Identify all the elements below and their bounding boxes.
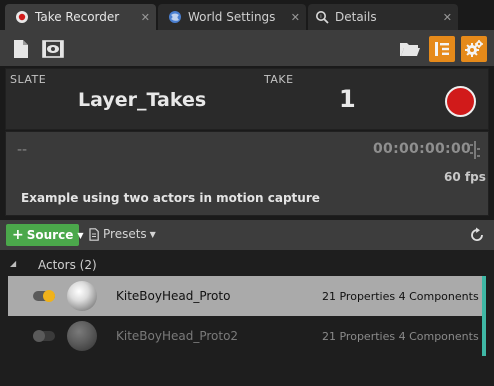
new-document-icon[interactable]: [8, 36, 34, 62]
tab-world-settings[interactable]: World Settings ✕: [158, 4, 306, 30]
actor-thumbnail: [67, 281, 97, 311]
take-number-field[interactable]: 1: [339, 85, 356, 113]
tab-label: World Settings: [188, 10, 276, 24]
close-icon[interactable]: ✕: [291, 11, 300, 24]
source-bar: + Source ▼ Presets ▼: [0, 220, 494, 250]
actor-thumbnail: [67, 321, 97, 351]
tab-label: Take Recorder: [35, 10, 120, 24]
actors-group-header[interactable]: ◢ Actors (2): [0, 256, 494, 276]
sequence-tree-icon[interactable]: [429, 36, 455, 62]
slate-name-field[interactable]: Layer_Takes: [78, 89, 206, 111]
slate-label: SLATE: [10, 73, 47, 86]
details-magnifier-icon: i: [315, 10, 329, 24]
preset-doc-icon: [89, 227, 99, 241]
plus-icon: +: [12, 227, 24, 243]
actor-properties-info: 21 Properties 4 Components: [322, 330, 479, 343]
record-button[interactable]: [445, 86, 476, 117]
timecode-display: 00:00:00:00: [373, 141, 472, 157]
presets-dropdown[interactable]: Presets ▼: [89, 227, 156, 241]
actor-name: KiteBoyHead_Proto: [116, 289, 231, 303]
record-icon: [15, 10, 29, 24]
chevron-down-icon: ▼: [77, 230, 84, 240]
open-folder-icon[interactable]: [397, 36, 423, 62]
tab-details[interactable]: i Details ✕: [308, 4, 458, 30]
selection-indicator: [482, 316, 486, 356]
slate-take-panel: SLATE Layer_Takes TAKE 1: [5, 68, 489, 130]
enable-toggle[interactable]: [33, 290, 55, 302]
group-label: Actors (2): [38, 258, 97, 272]
close-icon[interactable]: ✕: [443, 11, 452, 24]
timecode-panel: -- 00:00:00:00 60 fps Example using two …: [5, 131, 489, 216]
list-item[interactable]: KiteBoyHead_Proto2 21 Properties 4 Compo…: [8, 316, 486, 356]
timecode-sync-icon: [470, 141, 480, 159]
toggle-knob: [33, 330, 45, 342]
tab-bar: Take Recorder ✕ World Settings ✕ i Detai…: [0, 0, 494, 30]
presets-label: Presets: [103, 227, 147, 241]
review-eye-icon[interactable]: [40, 36, 66, 62]
caret-down-icon[interactable]: ◢: [10, 259, 16, 268]
timestamp-placeholder: --: [17, 142, 28, 158]
toggle-knob: [43, 290, 55, 302]
reset-icon[interactable]: [469, 227, 485, 243]
actor-properties-info: 21 Properties 4 Components: [322, 290, 479, 303]
toolbar: [0, 30, 494, 66]
add-source-label: Source: [26, 228, 74, 242]
selection-indicator: [482, 276, 486, 316]
chevron-down-icon: ▼: [149, 229, 156, 239]
settings-gear-icon[interactable]: [461, 36, 487, 62]
actor-list: ◢ Actors (2) KiteBoyHead_Proto 21 Proper…: [0, 250, 494, 386]
add-source-button[interactable]: + Source ▼: [6, 224, 84, 246]
globe-icon: [168, 10, 182, 24]
enable-toggle[interactable]: [33, 330, 55, 342]
take-description[interactable]: Example using two actors in motion captu…: [21, 191, 320, 205]
list-item[interactable]: KiteBoyHead_Proto 21 Properties 4 Compon…: [8, 276, 486, 316]
take-label: TAKE: [264, 73, 294, 86]
actor-name: KiteBoyHead_Proto2: [116, 329, 239, 343]
frame-rate-label[interactable]: 60 fps: [444, 170, 486, 184]
tab-take-recorder[interactable]: Take Recorder ✕: [5, 4, 156, 30]
tab-label: Details: [335, 10, 377, 24]
close-icon[interactable]: ✕: [141, 11, 150, 24]
svg-text:i: i: [320, 14, 321, 20]
